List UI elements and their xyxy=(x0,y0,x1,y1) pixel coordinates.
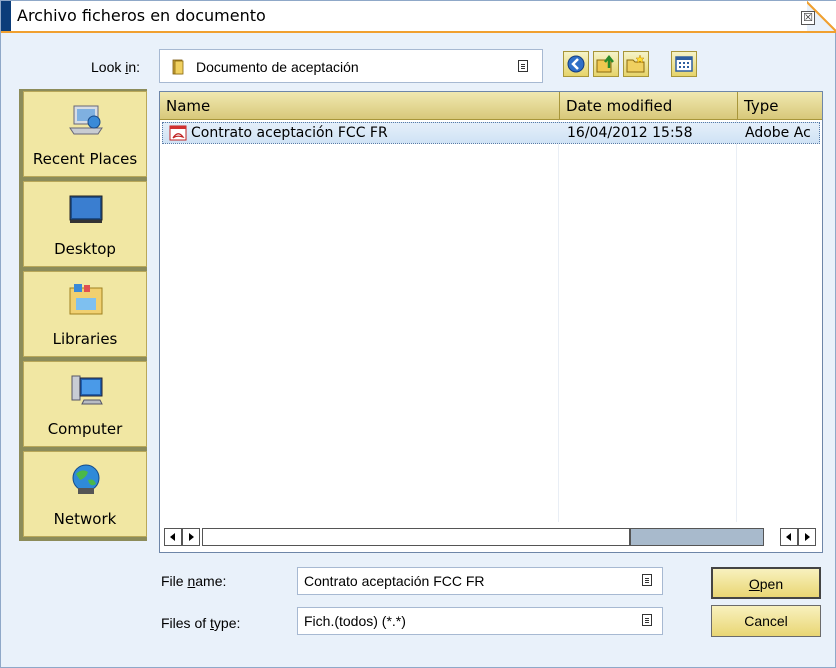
file-list[interactable]: Name Date modified Type Contrato aceptac… xyxy=(159,91,823,553)
network-icon xyxy=(72,464,100,494)
view-menu-icon xyxy=(675,56,693,72)
open-button-label: pen xyxy=(759,576,784,592)
place-label: Network xyxy=(53,510,117,528)
title-bar[interactable]: Archivo ficheros en documento ☒ xyxy=(1,1,836,33)
file-type-value: Fich.(todos) (*.*) xyxy=(304,613,406,629)
libraries-icon xyxy=(69,284,103,315)
file-name-label: File name: xyxy=(161,573,226,589)
place-label: Desktop xyxy=(54,240,116,258)
file-type-label-suffix: ype: xyxy=(213,615,241,631)
file-name: Contrato aceptación FCC FR xyxy=(191,125,388,141)
window-title: Archivo ficheros en documento xyxy=(17,6,266,25)
scroll-right-button[interactable] xyxy=(182,528,200,546)
new-folder-button[interactable] xyxy=(623,51,649,77)
file-type: Adobe Ac xyxy=(745,125,811,141)
file-row[interactable]: Contrato aceptación FCC FR 16/04/2012 15… xyxy=(162,122,820,144)
open-button-mnemonic: O xyxy=(748,576,760,592)
file-open-dialog: Archivo ficheros en documento ☒ Look in:… xyxy=(0,0,836,668)
open-button[interactable]: Open xyxy=(711,567,821,599)
view-menu-button[interactable] xyxy=(671,51,697,77)
close-button[interactable]: ☒ xyxy=(801,11,815,25)
desktop-icon xyxy=(69,195,103,223)
folder-icon xyxy=(172,59,184,75)
column-divider xyxy=(736,120,737,522)
column-divider xyxy=(558,120,559,522)
up-folder-icon xyxy=(596,54,614,73)
chevron-down-icon[interactable] xyxy=(642,574,652,586)
back-icon xyxy=(567,55,585,73)
pdf-icon xyxy=(169,125,187,141)
place-recent-places[interactable]: Recent Places xyxy=(23,91,147,177)
place-label: Computer xyxy=(47,420,123,438)
chevron-down-icon[interactable] xyxy=(642,614,652,626)
places-bar: Recent Places Desktop Libraries Computer… xyxy=(19,89,147,541)
horizontal-scrollbar[interactable] xyxy=(164,528,764,546)
file-name-field[interactable]: Contrato aceptación FCC FR xyxy=(297,567,663,595)
new-folder-icon xyxy=(626,54,645,73)
file-list-header: Name Date modified Type xyxy=(160,92,822,120)
place-desktop[interactable]: Desktop xyxy=(23,181,147,267)
recent-places-icon xyxy=(69,105,103,135)
look-in-label-prefix: Look xyxy=(91,59,126,75)
file-type-label: Files of type: xyxy=(161,615,240,631)
file-name-label-prefix: File xyxy=(161,573,188,589)
chevron-down-icon[interactable] xyxy=(518,60,528,72)
place-network[interactable]: Network xyxy=(23,451,147,537)
look-in-combo[interactable]: Documento de aceptación xyxy=(159,49,543,83)
place-computer[interactable]: Computer xyxy=(23,361,147,447)
file-name-label-suffix: ame: xyxy=(195,573,227,589)
place-label: Libraries xyxy=(52,330,118,348)
look-in-value: Documento de aceptación xyxy=(196,59,359,75)
look-in-label-suffix: n: xyxy=(128,59,141,75)
back-button[interactable] xyxy=(563,51,589,77)
scroll-left-button[interactable] xyxy=(164,528,182,546)
horizontal-scrollbar-secondary[interactable] xyxy=(780,528,818,546)
title-underline xyxy=(1,31,836,33)
file-type-label-prefix: Files of xyxy=(161,615,211,631)
computer-icon xyxy=(71,375,103,405)
file-date: 16/04/2012 15:58 xyxy=(567,125,693,141)
file-type-select[interactable]: Fich.(todos) (*.*) xyxy=(297,607,663,635)
column-header-date-modified[interactable]: Date modified xyxy=(560,92,738,120)
scroll-left-button[interactable] xyxy=(780,528,798,546)
column-header-name[interactable]: Name xyxy=(160,92,560,120)
column-header-type[interactable]: Type xyxy=(738,92,822,120)
scroll-thumb[interactable] xyxy=(202,528,630,546)
place-libraries[interactable]: Libraries xyxy=(23,271,147,357)
file-name-value: Contrato aceptación FCC FR xyxy=(304,573,485,589)
look-in-label: Look in: xyxy=(91,59,140,75)
scroll-track[interactable] xyxy=(630,528,764,546)
place-label: Recent Places xyxy=(32,150,138,168)
title-accent xyxy=(1,1,11,31)
cancel-button[interactable]: Cancel xyxy=(711,605,821,637)
scroll-right-button[interactable] xyxy=(798,528,816,546)
up-folder-button[interactable] xyxy=(593,51,619,77)
